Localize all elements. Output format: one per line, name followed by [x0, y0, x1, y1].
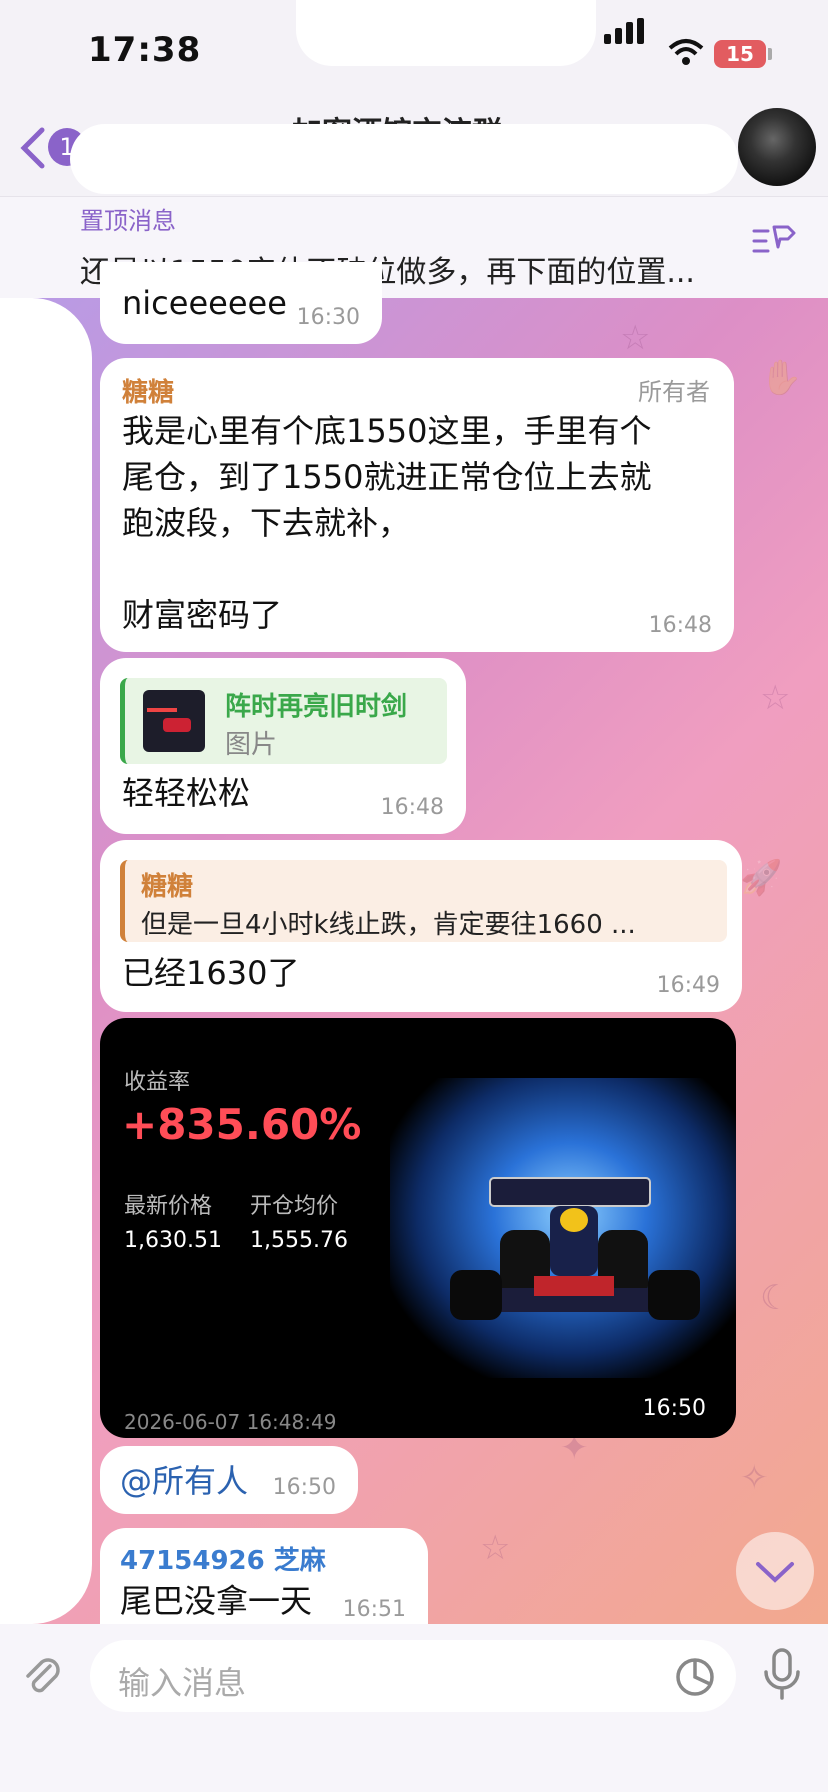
sender-name[interactable]: 糖糖 [122, 372, 174, 409]
doodle-rocket-icon: 🚀 [740, 858, 783, 898]
redaction-scribble [70, 124, 738, 194]
message-line: 我是心里有个底1550这里，手里有个 [122, 412, 652, 450]
doodle-star-icon: ☆ [620, 318, 651, 358]
message-bubble[interactable]: 糖糖 所有者 我是心里有个底1550这里，手里有个 尾仓，到了1550就进正常仓… [100, 358, 734, 652]
message-line: 财富密码了 [122, 596, 283, 634]
dynamic-island [296, 0, 596, 66]
message-text: 轻轻松松 [122, 774, 251, 812]
message-input[interactable]: 输入消息 [90, 1640, 736, 1712]
status-bar: 17:38 15 [0, 0, 828, 110]
attach-icon[interactable] [20, 1654, 68, 1702]
message-text: niceeeeee [122, 284, 287, 322]
message-bubble[interactable]: 阵时再亮旧时剑 图片 轻轻松松 16:48 [100, 658, 466, 834]
message-time: 16:30 [296, 305, 360, 330]
message-time: 16:49 [656, 973, 720, 998]
chevron-down-icon [756, 1562, 794, 1583]
reply-title: 阵时再亮旧时剑 [225, 692, 408, 722]
message-bubble[interactable]: niceeeeee 16:30 [100, 262, 382, 344]
latest-price-label: 最新价格 [124, 1194, 213, 1219]
race-car-image [450, 1177, 700, 1320]
message-line: 跑波段，下去就补， [122, 504, 411, 542]
message-bubble[interactable]: 47154926 芝麻 尾巴没拿一天 16:51 [100, 1528, 428, 1624]
doodle-star-icon: ☆ [760, 678, 791, 718]
pinned-label: 置顶消息 [80, 207, 176, 235]
wifi-icon [668, 39, 704, 65]
clock: 17:38 [88, 30, 202, 70]
message-body: 我是心里有个底1550这里，手里有个 尾仓，到了1550就进正常仓位上去就 跑波… [122, 408, 722, 638]
sticker-icon[interactable] [674, 1656, 716, 1698]
photo-datetime: 2026-06-07 16:48:49 [124, 1410, 337, 1434]
message-time: 16:48 [380, 795, 444, 820]
doodle-moon-icon: ☾ [760, 1278, 791, 1318]
group-avatar[interactable] [738, 108, 816, 186]
mention-text[interactable]: @所有人 [120, 1456, 248, 1502]
reply-preview[interactable]: 糖糖 但是一旦4小时k线止跌，肯定要往1660 ... [120, 860, 727, 942]
reply-preview[interactable]: 阵时再亮旧时剑 图片 [120, 678, 447, 764]
composer-bar: 输入消息 [0, 1624, 828, 1792]
message-line: 尾仓，到了1550就进正常仓位上去就 [122, 458, 652, 496]
message-time: 16:50 [642, 1396, 706, 1421]
message-time: 16:51 [342, 1597, 406, 1622]
reply-title: 糖糖 [141, 872, 194, 902]
message-line [122, 546, 722, 592]
doodle-star-icon: ✧ [740, 1458, 769, 1498]
message-time: 16:48 [648, 613, 712, 638]
reply-subtitle: 但是一旦4小时k线止跌，肯定要往1660 ... [141, 910, 636, 940]
reply-subtitle: 图片 [225, 730, 278, 760]
redaction-strip [0, 298, 92, 1624]
message-text: 尾巴没拿一天 [120, 1582, 313, 1620]
input-placeholder: 输入消息 [118, 1664, 247, 1702]
doodle-hand-icon: ✋ [760, 358, 803, 398]
yield-label: 收益率 [124, 1070, 191, 1095]
battery-tip [768, 48, 772, 60]
photo-message[interactable]: 收益率 +835.60% 最新价格 1,630.51 开仓均价 1,555.76… [100, 1018, 736, 1438]
reply-thumbnail [143, 690, 205, 752]
scroll-down-button[interactable] [736, 1532, 814, 1610]
sender-name[interactable]: 47154926 芝麻 [120, 1540, 326, 1577]
microphone-icon[interactable] [760, 1646, 804, 1704]
message-bubble[interactable]: @所有人 16:50 [100, 1446, 358, 1514]
message-time: 16:50 [272, 1475, 336, 1500]
yield-value: +835.60% [122, 1100, 362, 1149]
doodle-star-icon: ☆ [480, 1528, 511, 1568]
latest-price-value: 1,630.51 [124, 1228, 222, 1253]
battery-level: 15 [714, 40, 766, 68]
message-text: 已经1630了 [122, 954, 300, 992]
open-price-label: 开仓均价 [250, 1194, 339, 1219]
pin-list-icon[interactable] [752, 223, 796, 263]
open-price-value: 1,555.76 [250, 1228, 348, 1253]
message-bubble[interactable]: 糖糖 但是一旦4小时k线止跌，肯定要往1660 ... 已经1630了 16:4… [100, 840, 742, 1012]
sender-role: 所有者 [638, 378, 710, 406]
